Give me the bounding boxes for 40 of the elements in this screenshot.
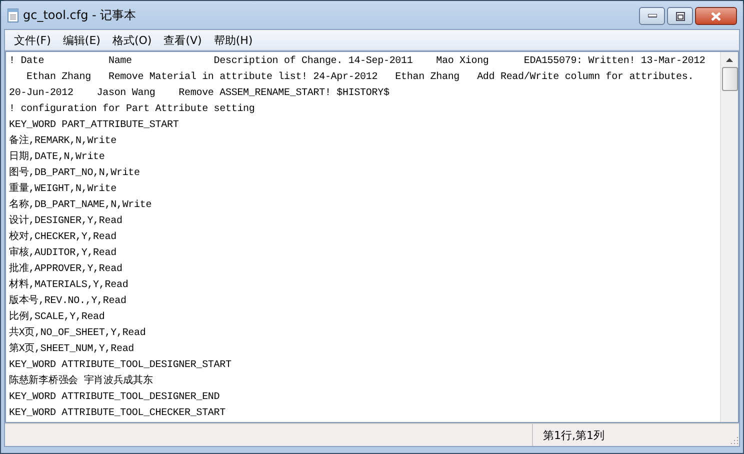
menu-item[interactable]: 查看(V)	[158, 32, 207, 48]
text-line: KEY_WORD PART_ATTRIBUTE_START	[9, 119, 179, 133]
text-line: 审核,AUDITOR,Y,Read	[9, 246, 116, 261]
text-line: Ethan Zhang Remove Material in attribute list! 24-Apr-2012 Ethan Zhang Add Read/Write column for attributes.	[26, 70, 694, 85]
window-title: gc_tool.cfg - 记事本	[23, 6, 138, 24]
scrollbar[interactable]	[720, 52, 738, 422]
text-line: 图号,DB_PART_NO,N,Write	[9, 166, 140, 181]
text-line: 20-Jun-2012 Jason Wang Remove ASSEM_RENAME_START! $HISTORY$	[9, 86, 390, 101]
minimize-button[interactable]	[639, 7, 665, 25]
text-line: 日期,DATE,N,Write	[9, 150, 105, 165]
minimize-icon	[648, 14, 656, 18]
text-line: 陈慈新李桥强会 宇肖波兵成其东	[9, 374, 153, 389]
text-line: ! Date Name Description of Change. 14-Sep-2011 Mao Xiong EDA155079: Written! 13-Mar-2012	[9, 54, 706, 69]
text-line: 名称,DB_PART_NAME,N,Write	[9, 198, 152, 213]
cursor-position: 第1行,第1列	[532, 424, 727, 446]
text-line: ! configuration for Part Attribute setting	[9, 102, 255, 117]
text-line: 重量,WEIGHT,N,Write	[9, 182, 116, 197]
close-button[interactable]	[695, 7, 737, 25]
text-line: KEY_WORD ATTRIBUTE_TOOL_DESIGNER_END	[9, 391, 220, 405]
menu-item[interactable]: 格式(O)	[107, 32, 157, 48]
notepad-icon	[7, 8, 19, 22]
text-line: 比例,SCALE,Y,Read	[9, 310, 105, 325]
text-line: 设计,DESIGNER,Y,Read	[9, 214, 122, 229]
menu-item[interactable]: 帮助(H)	[208, 32, 258, 48]
text-line: 第X页,SHEET_NUM,Y,Read	[9, 342, 134, 357]
scroll-up-icon	[726, 58, 733, 62]
menu-item[interactable]: 编辑(E)	[58, 32, 106, 48]
maximize-icon	[676, 12, 684, 20]
menu-item[interactable]: 文件(F)	[9, 32, 56, 48]
text-line: KEY_WORD ATTRIBUTE_TOOL_DESIGNER_START	[9, 359, 232, 373]
text-line: 共X页,NO_OF_SHEET,Y,Read	[9, 326, 146, 341]
close-icon	[711, 12, 721, 20]
text-line: 材料,MATERIALS,Y,Read	[9, 278, 128, 293]
maximize-button[interactable]	[667, 7, 693, 25]
text-line: 校对,CHECKER,Y,Read	[9, 230, 116, 245]
text-line: 备注,REMARK,N,Write	[9, 134, 116, 149]
scroll-thumb[interactable]	[722, 67, 738, 91]
text-line: 批准,APPROVER,Y,Read	[9, 262, 122, 277]
text-line: 版本号,REV.NO.,Y,Read	[9, 294, 126, 309]
text-line: KEY_WORD ATTRIBUTE_TOOL_CHECKER_START	[9, 407, 226, 421]
